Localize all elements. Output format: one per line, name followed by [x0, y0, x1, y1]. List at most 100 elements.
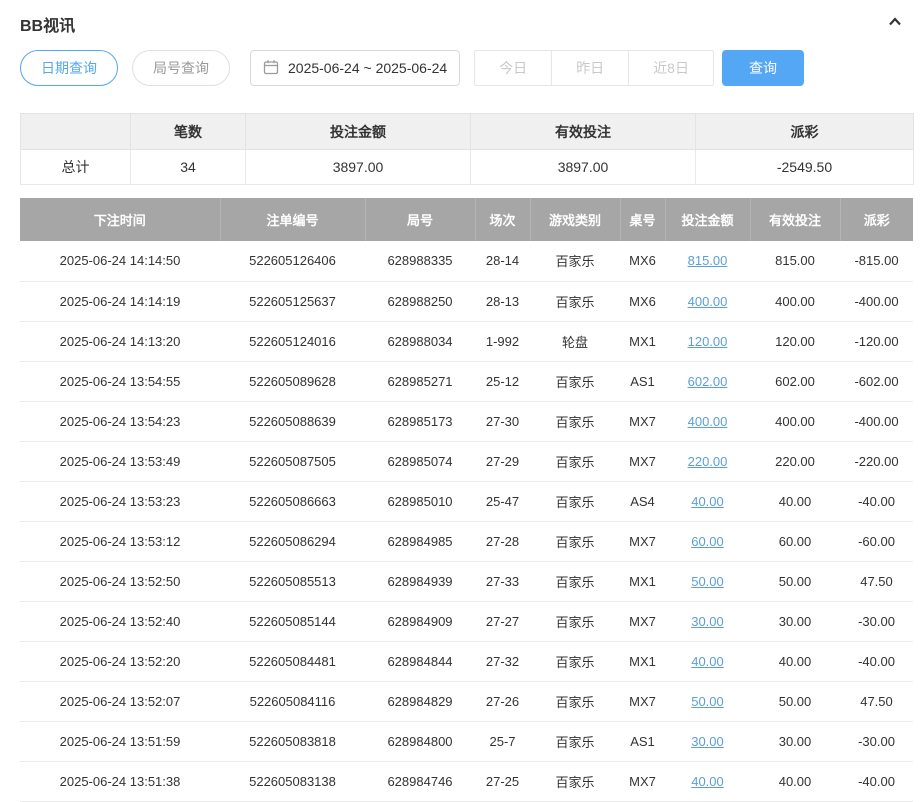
cell-valid: 400.00 [750, 281, 840, 321]
table-row: 2025-06-24 13:52:07522605084116628984829… [20, 681, 913, 721]
date-range-value: 2025-06-24 ~ 2025-06-24 [288, 60, 447, 76]
cell-valid: 40.00 [750, 761, 840, 801]
date-query-tab[interactable]: 日期查询 [20, 50, 118, 86]
cell-session: 1-992 [475, 321, 530, 361]
cell-session: 25-12 [475, 361, 530, 401]
table-row: 2025-06-24 13:51:38522605083138628984746… [20, 761, 913, 801]
quick-date-button-group: 今日 昨日 近8日 [474, 50, 714, 86]
bet-amount-link[interactable]: 50.00 [691, 694, 724, 709]
cell-valid: 40.00 [750, 641, 840, 681]
cell-round-no: 628984800 [365, 721, 475, 761]
round-query-tab[interactable]: 局号查询 [132, 50, 230, 86]
cell-table-no: MX1 [620, 641, 665, 681]
cell-game: 轮盘 [530, 321, 620, 361]
cell-table-no: MX6 [620, 241, 665, 281]
cell-session: 27-28 [475, 521, 530, 561]
today-button[interactable]: 今日 [474, 50, 552, 86]
cell-session: 27-33 [475, 561, 530, 601]
summary-total-label: 总计 [21, 150, 131, 185]
cell-game: 百家乐 [530, 241, 620, 281]
cell-round-no: 628984909 [365, 601, 475, 641]
cell-bet: 602.00 [665, 361, 750, 401]
cell-time: 2025-06-24 13:54:55 [20, 361, 220, 401]
cell-bet: 40.00 [665, 761, 750, 801]
search-button[interactable]: 查询 [722, 50, 804, 86]
cell-time: 2025-06-24 13:53:23 [20, 481, 220, 521]
yesterday-button[interactable]: 昨日 [551, 50, 629, 86]
cell-bet: 50.00 [665, 561, 750, 601]
bet-amount-link[interactable]: 40.00 [691, 494, 724, 509]
cell-session: 27-26 [475, 681, 530, 721]
cell-time: 2025-06-24 13:52:50 [20, 561, 220, 601]
cell-payout: -30.00 [840, 601, 913, 641]
cell-session: 27-32 [475, 641, 530, 681]
bet-amount-link[interactable]: 30.00 [691, 614, 724, 629]
cell-game: 百家乐 [530, 481, 620, 521]
table-row: 2025-06-24 14:13:20522605124016628988034… [20, 321, 913, 361]
bet-amount-link[interactable]: 400.00 [688, 414, 728, 429]
bet-amount-link[interactable]: 602.00 [688, 374, 728, 389]
bet-amount-link[interactable]: 40.00 [691, 654, 724, 669]
cell-round-no: 628985010 [365, 481, 475, 521]
table-row: 2025-06-24 13:53:49522605087505628985074… [20, 441, 913, 481]
cell-game: 百家乐 [530, 441, 620, 481]
cell-payout: -30.00 [840, 721, 913, 761]
table-row: 2025-06-24 13:53:12522605086294628984985… [20, 521, 913, 561]
bet-amount-link[interactable]: 50.00 [691, 574, 724, 589]
cell-game: 百家乐 [530, 361, 620, 401]
cell-time: 2025-06-24 14:14:50 [20, 241, 220, 281]
bet-amount-link[interactable]: 400.00 [688, 294, 728, 309]
cell-time: 2025-06-24 13:52:07 [20, 681, 220, 721]
col-header-round-no: 局号 [365, 198, 475, 241]
cell-time: 2025-06-24 13:52:40 [20, 601, 220, 641]
cell-order-no: 522605126406 [220, 241, 365, 281]
cell-payout: 47.50 [840, 681, 913, 721]
bet-amount-link[interactable]: 220.00 [688, 454, 728, 469]
bet-table-header-row: 下注时间 注单编号 局号 场次 游戏类别 桌号 投注金额 有效投注 派彩 [20, 198, 913, 241]
cell-game: 百家乐 [530, 521, 620, 561]
cell-order-no: 522605124016 [220, 321, 365, 361]
cell-valid: 50.00 [750, 561, 840, 601]
cell-order-no: 522605083818 [220, 721, 365, 761]
col-header-payout: 派彩 [840, 198, 913, 241]
bb-video-panel: BB视讯 日期查询 局号查询 2025-06-24 ~ 2025-06-24 今… [0, 0, 924, 802]
cell-bet: 400.00 [665, 401, 750, 441]
cell-round-no: 628984844 [365, 641, 475, 681]
cell-valid: 602.00 [750, 361, 840, 401]
col-header-valid-bet: 有效投注 [750, 198, 840, 241]
cell-valid: 40.00 [750, 481, 840, 521]
summary-header-bet-amount: 投注金额 [246, 114, 471, 150]
bet-amount-link[interactable]: 60.00 [691, 534, 724, 549]
bet-amount-link[interactable]: 815.00 [688, 253, 728, 268]
col-header-session: 场次 [475, 198, 530, 241]
last-8-days-button[interactable]: 近8日 [628, 50, 714, 86]
cell-payout: -60.00 [840, 521, 913, 561]
date-range-input[interactable]: 2025-06-24 ~ 2025-06-24 [250, 50, 460, 86]
summary-payout-value: -2549.50 [696, 150, 914, 185]
cell-session: 25-7 [475, 721, 530, 761]
table-row: 2025-06-24 13:53:23522605086663628985010… [20, 481, 913, 521]
bet-amount-link[interactable]: 40.00 [691, 774, 724, 789]
col-header-order-no: 注单编号 [220, 198, 365, 241]
cell-payout: -220.00 [840, 441, 913, 481]
cell-order-no: 522605086294 [220, 521, 365, 561]
bet-amount-link[interactable]: 120.00 [688, 334, 728, 349]
cell-table-no: AS1 [620, 361, 665, 401]
summary-count-value: 34 [131, 150, 246, 185]
cell-table-no: MX6 [620, 281, 665, 321]
cell-valid: 220.00 [750, 441, 840, 481]
cell-table-no: MX7 [620, 761, 665, 801]
cell-round-no: 628985173 [365, 401, 475, 441]
summary-table: 笔数 投注金额 有效投注 派彩 总计 34 3897.00 3897.00 -2… [20, 113, 914, 185]
summary-header-count: 笔数 [131, 114, 246, 150]
cell-session: 28-14 [475, 241, 530, 281]
cell-payout: -40.00 [840, 641, 913, 681]
summary-header-empty [21, 114, 131, 150]
collapse-panel-button[interactable] [886, 13, 904, 36]
cell-bet: 40.00 [665, 481, 750, 521]
cell-payout: -400.00 [840, 281, 913, 321]
cell-table-no: MX1 [620, 321, 665, 361]
table-row: 2025-06-24 13:51:59522605083818628984800… [20, 721, 913, 761]
bet-amount-link[interactable]: 30.00 [691, 734, 724, 749]
cell-order-no: 522605089628 [220, 361, 365, 401]
